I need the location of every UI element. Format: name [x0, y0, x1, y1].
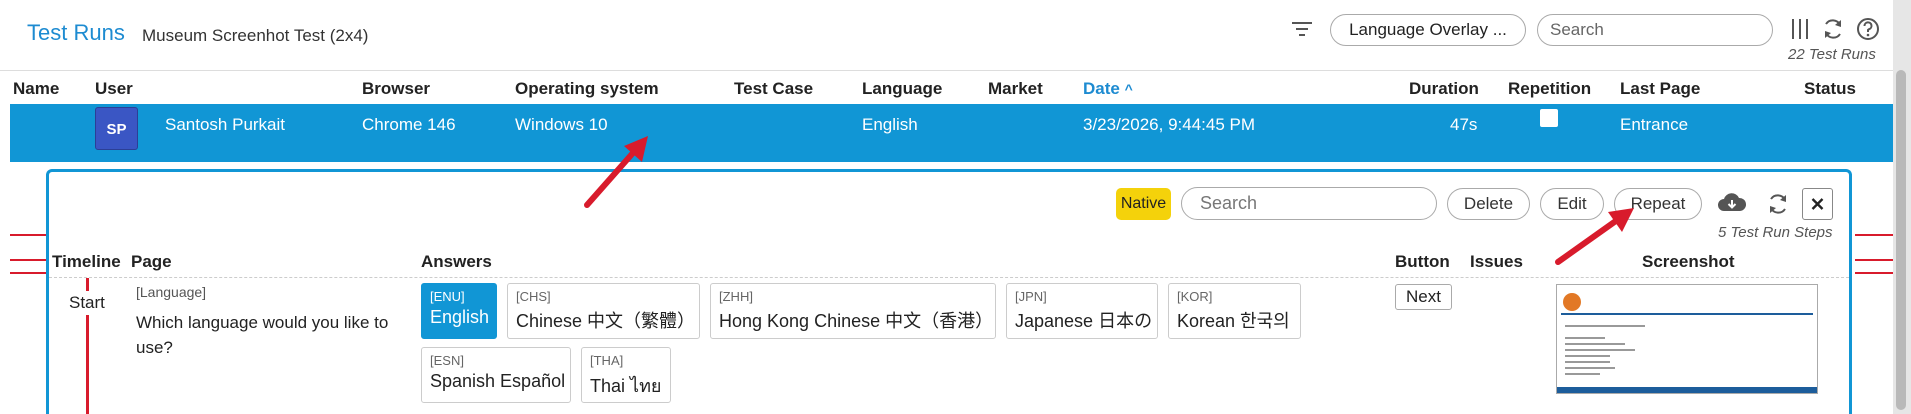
thumbnail-line	[1565, 361, 1610, 363]
timeline-line-left	[10, 259, 46, 261]
page-question: Which language would you like to use?	[136, 313, 389, 357]
thumbnail-line	[1565, 373, 1600, 375]
test-subtitle: Museum Screenhot Test (2x4)	[142, 26, 369, 45]
row-os: Windows 10	[515, 115, 608, 134]
answer-option[interactable]: [CHS] Chinese 中文（繁體）	[507, 283, 700, 339]
answer-option[interactable]: [ZHH] Hong Kong Chinese 中文（香港）	[710, 283, 996, 339]
language-overlay-button[interactable]: Language Overlay ...	[1330, 14, 1526, 46]
repetition-checkbox[interactable]	[1540, 109, 1558, 127]
col-screenshot: Screenshot	[1642, 252, 1735, 271]
avatar: SP	[95, 107, 138, 150]
thumbnail-line	[1565, 349, 1635, 351]
answer-option[interactable]: [ENU] English	[421, 283, 497, 339]
header-divider	[49, 277, 1849, 278]
answer-text: Chinese 中文（繁體）	[516, 311, 696, 331]
delete-button[interactable]: Delete	[1447, 188, 1530, 220]
filter-icon[interactable]	[1291, 19, 1313, 39]
thumbnail-line	[1565, 355, 1610, 357]
refresh-icon[interactable]	[1820, 16, 1846, 42]
native-badge[interactable]: Native	[1116, 188, 1171, 220]
timeline-line-right	[1855, 234, 1893, 236]
answer-text: Spanish Español	[430, 371, 566, 391]
col-user[interactable]: User	[95, 79, 133, 99]
answer-option[interactable]: [KOR] Korean 한국의	[1168, 283, 1301, 339]
table-row-selected[interactable]: SP Santosh Purkait Chrome 146 Windows 10…	[10, 104, 1893, 162]
close-icon	[1811, 198, 1824, 210]
col-issues: Issues	[1470, 252, 1523, 271]
sort-ascending-icon: ^	[1124, 81, 1133, 97]
answer-code: [ENU]	[430, 289, 465, 304]
timeline-line-right	[1855, 272, 1893, 274]
col-browser[interactable]: Browser	[362, 79, 430, 99]
steps-search-input[interactable]	[1181, 187, 1437, 220]
repeat-button[interactable]: Repeat	[1614, 188, 1702, 220]
col-duration[interactable]: Duration	[1409, 79, 1479, 99]
cloud-download-icon[interactable]	[1717, 191, 1747, 215]
row-browser: Chrome 146	[362, 115, 456, 134]
answer-text: Thai ไทย	[590, 376, 662, 396]
help-icon[interactable]	[1855, 16, 1881, 42]
answer-text: Japanese 日本の	[1015, 311, 1153, 331]
page-tag: [Language]	[136, 284, 207, 300]
row-user: Santosh Purkait	[165, 115, 286, 134]
answer-code: [JPN]	[1015, 289, 1047, 304]
answer-text: Hong Kong Chinese 中文（香港）	[719, 311, 994, 331]
test-runs-panel: Test Runs Museum Screenhot Test (2x4) La…	[0, 0, 1893, 414]
answer-code: [ESN]	[430, 353, 464, 368]
thumbnail-line	[1565, 325, 1645, 327]
col-market[interactable]: Market	[988, 79, 1043, 99]
search-input[interactable]	[1537, 14, 1773, 46]
refresh-steps-icon[interactable]	[1765, 191, 1791, 217]
answer-code: [THA]	[590, 353, 624, 368]
screenshot-thumbnail[interactable]	[1556, 284, 1818, 394]
thumbnail-footer-bar	[1557, 387, 1817, 393]
row-last-page: Entrance	[1620, 115, 1689, 134]
test-runs-count: 22 Test Runs	[1788, 46, 1876, 63]
col-button: Button	[1395, 252, 1450, 271]
thumbnail-line	[1565, 367, 1615, 369]
page-title: Test Runs	[27, 20, 125, 45]
col-language[interactable]: Language	[862, 79, 942, 99]
col-test-case[interactable]: Test Case	[734, 79, 813, 99]
timeline-line-left	[10, 272, 46, 274]
col-answers: Answers	[421, 252, 492, 271]
timeline-line-right	[1855, 259, 1893, 261]
timeline-start-label: Start	[69, 291, 105, 315]
col-page: Page	[131, 252, 172, 271]
answer-option[interactable]: [JPN] Japanese 日本の	[1006, 283, 1158, 339]
answer-text: Korean 한국의	[1177, 311, 1290, 331]
edit-button[interactable]: Edit	[1540, 188, 1604, 220]
close-detail-button[interactable]	[1802, 188, 1833, 220]
col-last-page[interactable]: Last Page	[1620, 79, 1700, 99]
answer-code: [CHS]	[516, 289, 551, 304]
answer-code: [ZHH]	[719, 289, 753, 304]
answer-text: English	[430, 307, 490, 327]
row-date: 3/23/2026, 9:44:45 PM	[1083, 115, 1256, 134]
step-next-button[interactable]: Next	[1395, 284, 1452, 310]
col-status[interactable]: Status	[1804, 79, 1856, 99]
thumbnail-line	[1565, 337, 1605, 339]
col-date[interactable]: Date ^	[1083, 79, 1133, 99]
row-language: English	[862, 115, 918, 134]
thumbnail-line	[1565, 343, 1625, 345]
scrollbar-thumb[interactable]	[1896, 70, 1906, 410]
col-operating-system[interactable]: Operating system	[515, 79, 659, 99]
columns-icon[interactable]	[1787, 16, 1813, 42]
col-timeline: Timeline	[52, 252, 121, 271]
timeline-line-left	[10, 234, 46, 236]
answer-option[interactable]: [THA] Thai ไทย	[581, 347, 671, 403]
row-duration: 47s	[1450, 115, 1478, 134]
test-run-steps-count: 5 Test Run Steps	[1718, 224, 1833, 241]
table-header: Name User Browser Operating system Test …	[0, 70, 1893, 104]
col-name[interactable]: Name	[13, 79, 59, 99]
answer-code: [KOR]	[1177, 289, 1213, 304]
col-repetition[interactable]: Repetition	[1508, 79, 1591, 99]
thumbnail-header-bar	[1561, 313, 1813, 315]
museum-logo-icon	[1563, 293, 1581, 311]
answer-option[interactable]: [ESN] Spanish Español	[421, 347, 571, 403]
